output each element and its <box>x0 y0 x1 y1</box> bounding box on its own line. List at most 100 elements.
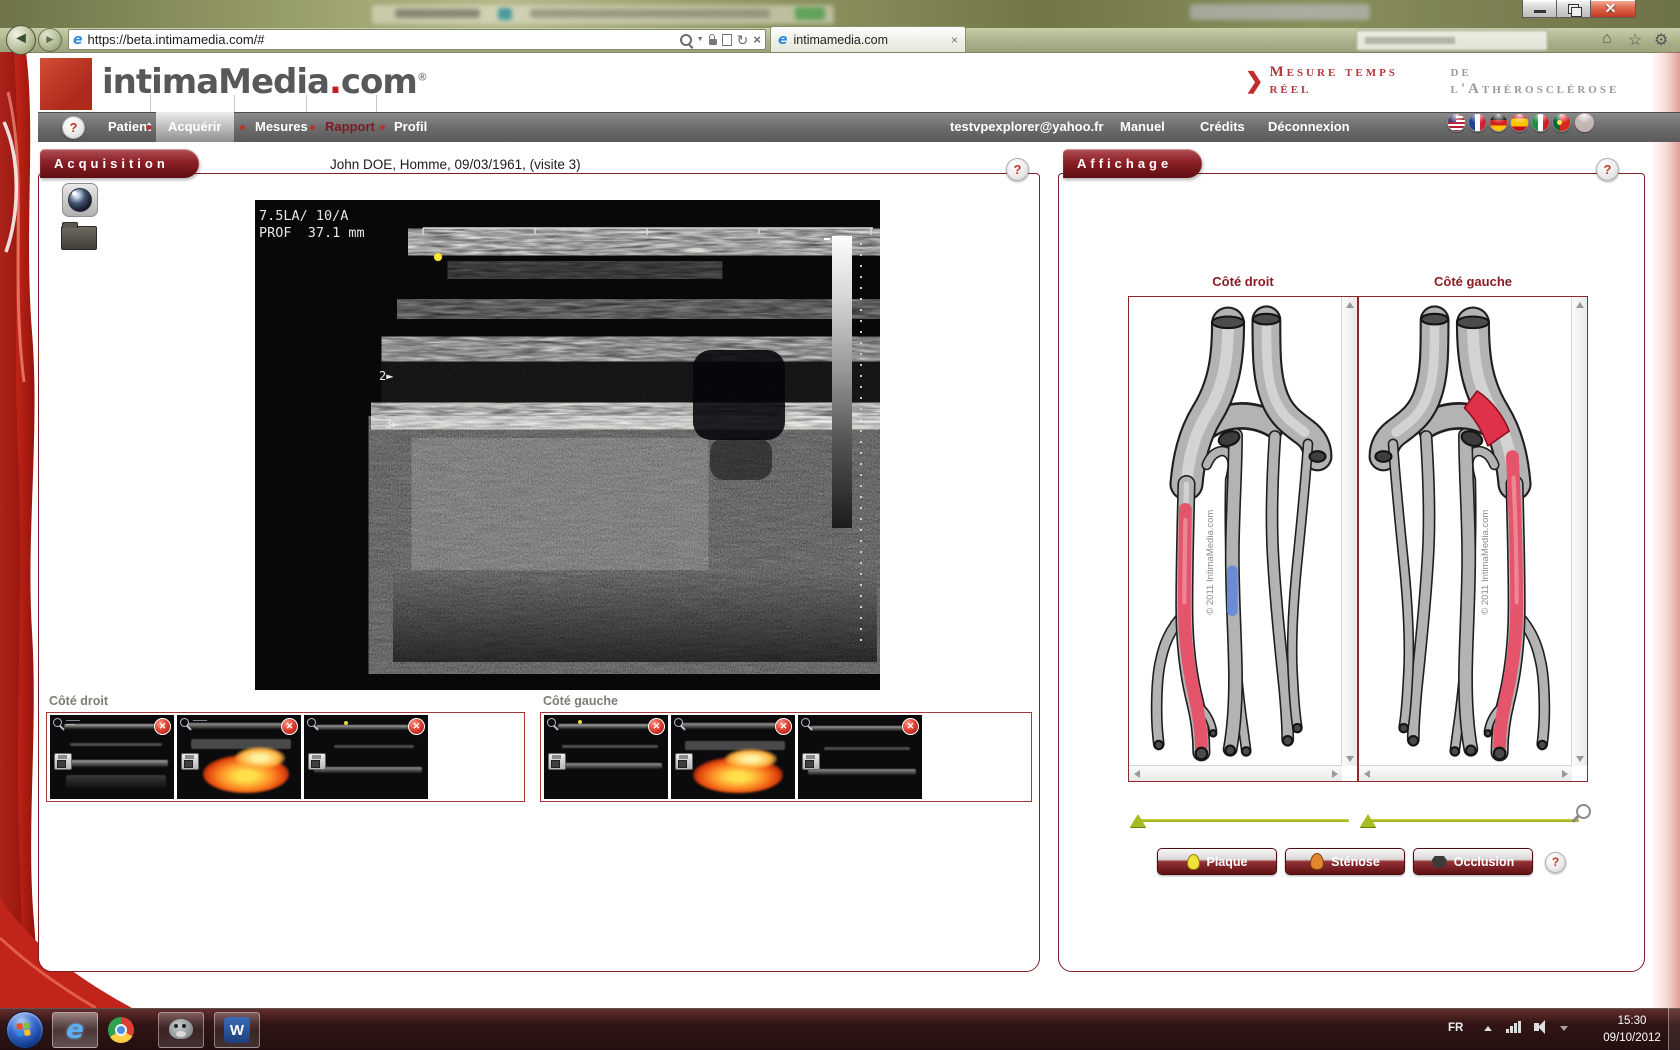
scroll-up-button[interactable] <box>1572 297 1587 312</box>
nav-item-mesures[interactable]: Mesures <box>255 112 308 142</box>
nav-item-profil[interactable]: Profil <box>394 112 427 142</box>
legend-plaque-button[interactable]: Plaque <box>1157 848 1277 875</box>
nav-divider <box>150 95 151 112</box>
thumbnail[interactable]: ✕ <box>304 715 428 799</box>
scroll-down-button[interactable] <box>1572 751 1587 766</box>
show-desktop-button[interactable] <box>1668 1008 1680 1050</box>
tray-expand-icon[interactable] <box>1484 1026 1492 1031</box>
language-indicator[interactable]: FR <box>1448 1022 1463 1034</box>
nav-item-patient[interactable]: Patient <box>108 112 151 142</box>
scroll-right-button[interactable] <box>1557 766 1572 781</box>
nav-link-credits[interactable]: Crédits <box>1200 112 1245 142</box>
window-close-button[interactable] <box>1590 0 1636 18</box>
save-thumbnail-button[interactable] <box>548 753 566 770</box>
background-window-text <box>530 9 770 18</box>
flag-spain-icon[interactable] <box>1510 113 1529 132</box>
volume-icon[interactable] <box>1534 1023 1539 1031</box>
thumbnail[interactable]: ✕ <box>671 715 795 799</box>
browser-forward-button[interactable]: ► <box>38 28 62 52</box>
artery-diagram-left[interactable]: © 2011 IntimaMedia.com <box>1358 296 1588 782</box>
legend-help-button[interactable]: ? <box>1545 852 1566 873</box>
thumbnail[interactable]: ✕ <box>177 715 301 799</box>
diagram-horizontal-scrollbar[interactable] <box>1359 765 1572 781</box>
delete-thumbnail-button[interactable]: ✕ <box>648 718 665 735</box>
window-restore-button[interactable] <box>1556 0 1592 18</box>
thumbnail[interactable]: ✕ <box>50 715 174 799</box>
delete-thumbnail-button[interactable]: ✕ <box>775 718 792 735</box>
scroll-right-button[interactable] <box>1327 766 1342 781</box>
settings-gear-icon[interactable]: ⚙ <box>1654 30 1668 50</box>
scroll-left-button[interactable] <box>1359 766 1374 781</box>
slider-track[interactable] <box>1370 819 1579 822</box>
save-thumbnail-button[interactable] <box>54 753 72 770</box>
home-icon[interactable]: ⌂ <box>1602 30 1612 48</box>
diagram-right-label: Côté droit <box>1128 274 1358 289</box>
internet-explorer-icon[interactable]: e <box>58 1015 92 1045</box>
refresh-icon[interactable]: ↻ <box>737 33 749 47</box>
delete-thumbnail-button[interactable]: ✕ <box>281 718 298 735</box>
scroll-up-button[interactable] <box>1342 297 1357 312</box>
zoom-magnifier-icon[interactable] <box>1576 804 1591 819</box>
flag-italy-icon[interactable] <box>1531 113 1550 132</box>
diagram-zoom-slider-right[interactable] <box>1130 814 1349 828</box>
us-marker-3: 3► <box>385 417 400 431</box>
ultrasound-image[interactable]: 7.5LA/ 10/A PROF 37.1 mm 2► 3► <box>255 200 880 690</box>
acquisition-help-button[interactable]: ? <box>1006 158 1029 181</box>
diagram-horizontal-scrollbar[interactable] <box>1129 765 1342 781</box>
logo-tld: com <box>341 62 417 102</box>
us-band <box>314 767 422 773</box>
chevron-down-icon[interactable]: ▼ <box>697 36 704 43</box>
browser-back-button[interactable]: ◄ <box>6 25 36 55</box>
folder-open-icon[interactable] <box>61 226 97 250</box>
legend-stenose-button[interactable]: Sténose <box>1285 848 1405 875</box>
slider-track[interactable] <box>1140 819 1349 822</box>
window-minimize-button[interactable] <box>1522 0 1558 18</box>
flag-portugal-icon[interactable] <box>1552 113 1571 132</box>
diagram-vertical-scrollbar[interactable] <box>1571 297 1587 766</box>
search-icon[interactable] <box>680 34 692 46</box>
logo-dot: . <box>329 62 341 102</box>
scroll-down-button[interactable] <box>1342 751 1357 766</box>
nav-help-button[interactable]: ? <box>62 116 85 139</box>
camera-acquire-icon[interactable] <box>62 183 98 217</box>
delete-thumbnail-button[interactable]: ✕ <box>408 718 425 735</box>
taskbar-clock[interactable]: 15:30 09/10/2012 <box>1590 1013 1674 1046</box>
nav-link-deconnexion[interactable]: Déconnexion <box>1268 112 1350 142</box>
address-bar[interactable]: e https://beta.intimamedia.com/# ▼ ↻ × <box>68 29 766 50</box>
flag-france-icon[interactable] <box>1468 113 1487 132</box>
stop-icon[interactable]: × <box>753 33 761 46</box>
delete-thumbnail-button[interactable]: ✕ <box>154 718 171 735</box>
nav-item-acquerir[interactable]: Acquérir <box>168 112 221 142</box>
artery-diagram-right[interactable]: © 2011 IntimaMedia.com <box>1128 296 1358 782</box>
slider-handle[interactable] <box>1360 814 1376 827</box>
tab-close-icon[interactable]: × <box>951 33 958 47</box>
slider-handle[interactable] <box>1130 814 1146 827</box>
start-button[interactable] <box>6 1011 44 1049</box>
save-thumbnail-button[interactable] <box>675 753 693 770</box>
magnifier-icon <box>674 718 683 727</box>
flag-germany-icon[interactable] <box>1489 113 1508 132</box>
gimp-icon[interactable] <box>169 1019 193 1039</box>
nav-item-rapport[interactable]: Rapport <box>325 112 375 142</box>
thumbnail[interactable]: ✕ <box>798 715 922 799</box>
save-thumbnail-button[interactable] <box>181 753 199 770</box>
legend-occlusion-button[interactable]: Occlusion <box>1413 848 1533 875</box>
save-thumbnail-button[interactable] <box>802 753 820 770</box>
save-thumbnail-button[interactable] <box>308 753 326 770</box>
affichage-help-button[interactable]: ? <box>1596 158 1619 181</box>
flag-usa-icon[interactable] <box>1447 113 1466 132</box>
nav-link-manuel[interactable]: Manuel <box>1120 112 1165 142</box>
diagram-vertical-scrollbar[interactable] <box>1341 297 1357 766</box>
favorites-star-icon[interactable]: ☆ <box>1628 30 1642 50</box>
thumbnail[interactable]: ✕ <box>544 715 668 799</box>
chrome-icon[interactable] <box>108 1017 134 1043</box>
browser-tab[interactable]: e intimamedia.com × <box>770 26 966 52</box>
delete-thumbnail-button[interactable]: ✕ <box>902 718 919 735</box>
scroll-left-button[interactable] <box>1129 766 1144 781</box>
diagram-zoom-slider-left[interactable] <box>1360 814 1579 828</box>
action-center-icon[interactable] <box>1560 1026 1568 1031</box>
url-text[interactable]: https://beta.intimamedia.com/# <box>88 32 675 47</box>
compatibility-view-icon[interactable] <box>722 34 732 46</box>
word-icon[interactable]: W <box>224 1017 250 1043</box>
network-icon[interactable] <box>1506 1021 1521 1033</box>
